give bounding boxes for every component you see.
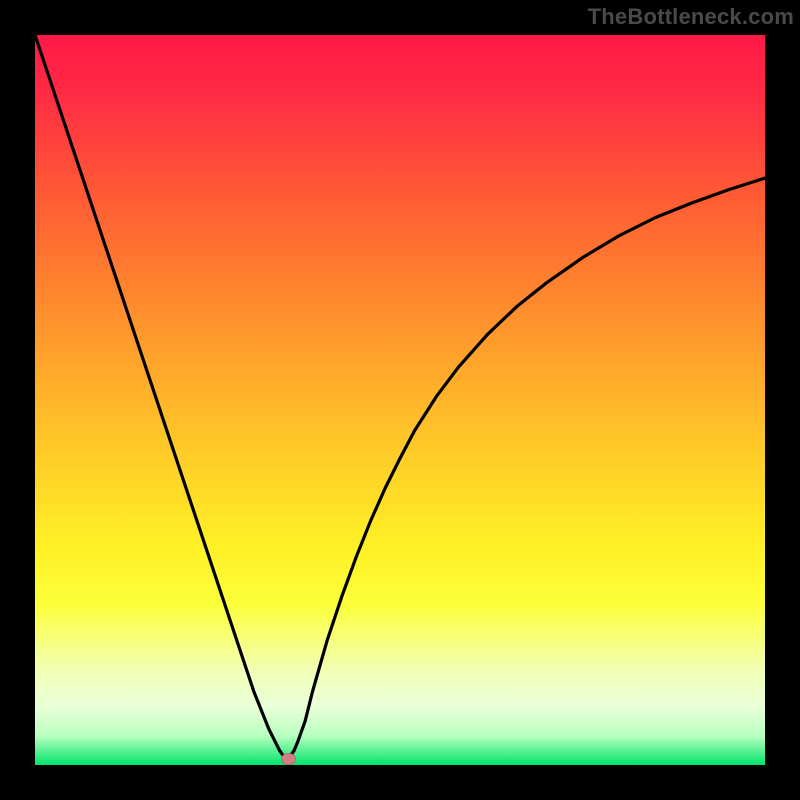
chart-frame: TheBottleneck.com xyxy=(0,0,800,800)
marker-dot xyxy=(281,753,296,765)
plot-area xyxy=(35,35,765,765)
curve-layer xyxy=(35,35,765,765)
watermark-text: TheBottleneck.com xyxy=(588,4,794,30)
